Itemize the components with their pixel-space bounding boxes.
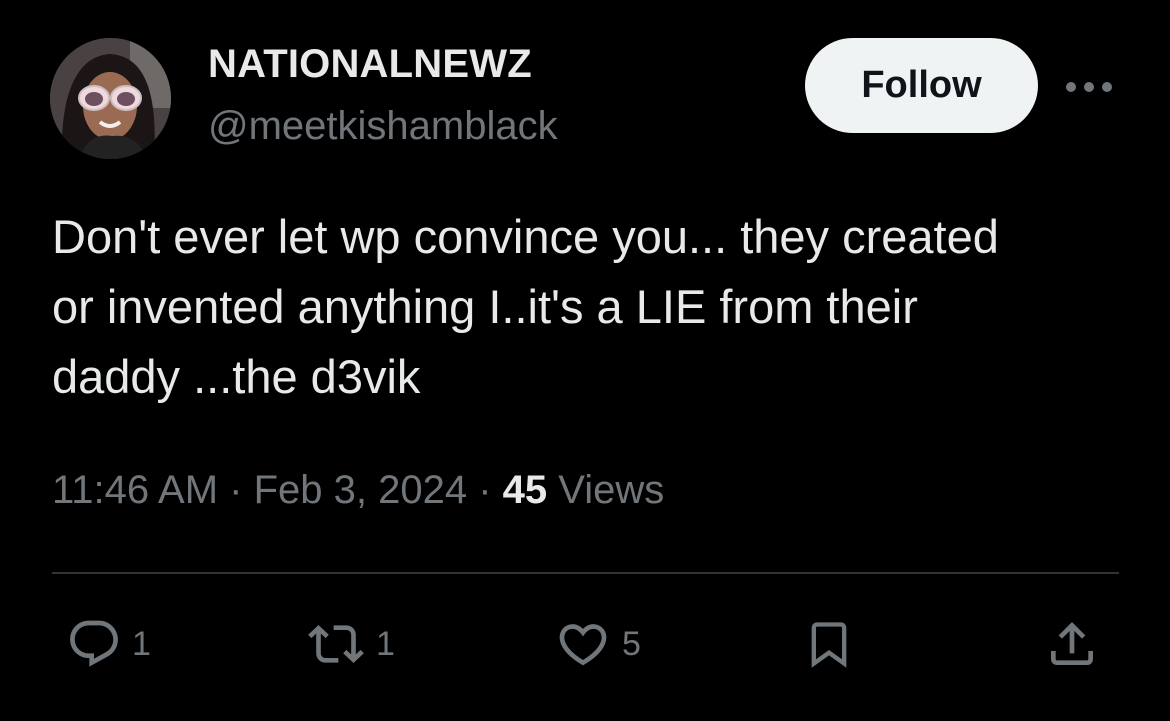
tweet-time[interactable]: 11:46 AM — [52, 468, 218, 512]
divider — [52, 572, 1119, 574]
reply-count: 1 — [132, 624, 151, 663]
share-icon — [1051, 622, 1093, 665]
reply-button[interactable]: 1 — [66, 614, 151, 674]
author-handle[interactable]: @meetkishamblack — [208, 104, 558, 149]
like-button[interactable]: 5 — [554, 614, 641, 674]
views-label: Views — [547, 468, 665, 512]
meta-separator: · — [218, 468, 254, 512]
user-avatar[interactable] — [50, 38, 171, 159]
tweet-card: NATIONALNEWZ @meetkishamblack Follow Don… — [0, 0, 1170, 721]
views-count: 45 — [502, 468, 548, 512]
reply-icon — [70, 620, 118, 667]
avatar-photo-icon — [50, 38, 171, 159]
tweet-date[interactable]: Feb 3, 2024 — [254, 468, 468, 512]
more-horizontal-icon — [1066, 82, 1112, 92]
tweet-text: Don't ever let wp convince you... they c… — [52, 210, 999, 403]
meta-separator: · — [467, 468, 503, 512]
repost-button[interactable]: 1 — [306, 614, 395, 674]
bookmark-button[interactable] — [803, 614, 855, 674]
repost-icon — [308, 625, 364, 663]
like-count: 5 — [622, 624, 641, 663]
more-options-button[interactable] — [1062, 72, 1116, 102]
follow-button[interactable]: Follow — [805, 38, 1038, 133]
author-display-name[interactable]: NATIONALNEWZ — [208, 42, 532, 87]
share-button[interactable] — [1044, 614, 1100, 674]
heart-icon — [559, 624, 607, 666]
bookmark-icon — [811, 622, 847, 668]
tweet-meta: 11:46 AM · Feb 3, 2024 · 45 Views — [52, 468, 664, 513]
repost-count: 1 — [376, 624, 395, 663]
